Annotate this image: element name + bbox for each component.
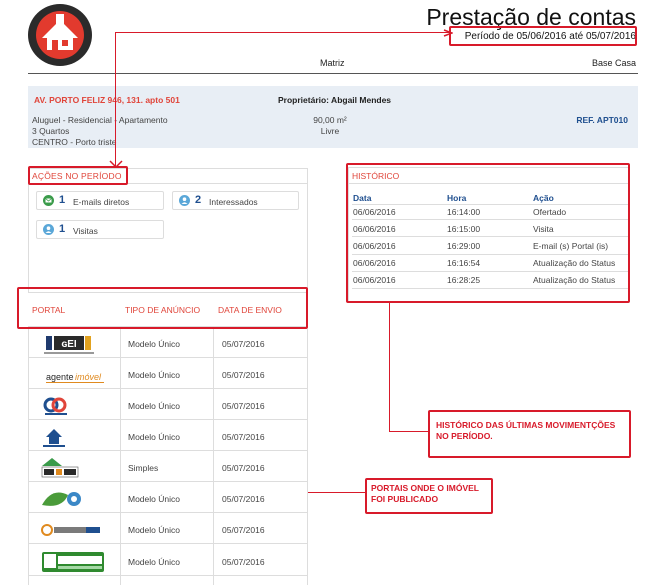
portal-cell-type: Modelo Único [128, 557, 180, 567]
portal-cell-date: 05/07/2016 [222, 463, 265, 473]
imovel-casa-logo-icon [41, 524, 100, 536]
annotation-arrow-icon [443, 29, 453, 37]
tgei-logo-icon: ɢEI [44, 336, 94, 354]
action-count: 2 [195, 194, 202, 206]
company-logo [28, 4, 92, 66]
action-label: Visitas [73, 226, 98, 236]
agente-imovel-logo-icon: agente imóvel [46, 372, 104, 383]
annotation-connector [389, 303, 390, 431]
house-portal-logo-icon [43, 429, 65, 447]
portal-cell-type: Modelo Único [128, 401, 180, 411]
portal-cell-date: 05/07/2016 [222, 339, 265, 349]
portal-cell-type: Simples [128, 463, 159, 473]
portal-cell-date: 05/07/2016 [222, 432, 265, 442]
portal-row-divider [28, 512, 308, 513]
action-count: 1 [59, 223, 66, 235]
annotation-history-note: HISTÓRICO DAS ÚLTIMAS MOVIMENTÇÕES NO PE… [436, 420, 616, 441]
header-divider [28, 73, 638, 74]
action-label: E-mails diretos [73, 197, 130, 207]
portal-cell-date: 05/07/2016 [222, 370, 265, 380]
annotation-period-box [449, 26, 637, 46]
annotation-connector [115, 32, 450, 33]
portal-cell-type: Modelo Único [128, 494, 180, 504]
brand-label: Base Casa [591, 58, 636, 68]
portal-row-divider [28, 575, 308, 576]
aqui-logo-icon [42, 492, 81, 506]
portal-row-divider [28, 419, 308, 420]
portal-cell-type: Modelo Único [128, 525, 180, 535]
portal-row-divider [28, 388, 308, 389]
property-owner: Proprietário: Abgail Mendes [278, 95, 392, 105]
action-chip-visits: 1 Visitas [36, 220, 164, 239]
annotation-portal-note: PORTAIS ONDE O IMÓVEL FOI PUBLICADO [371, 483, 479, 504]
casa-logo-icon [41, 458, 79, 478]
portal-cell-type: Modelo Único [128, 339, 180, 349]
property-address: AV. PORTO FELIZ 946, 131. apto 501 [34, 95, 180, 105]
portal-cell-date: 05/07/2016 [222, 557, 265, 567]
property-location: CENTRO - Porto triste [32, 137, 117, 147]
action-label: Interessados [209, 197, 258, 207]
property-ref: REF. APT010 [576, 115, 628, 125]
portal-col-divider [120, 329, 121, 585]
user-icon [43, 224, 54, 235]
portal-row-divider [28, 357, 308, 358]
portal-cell-date: 05/07/2016 [222, 401, 265, 411]
portal-row-divider [28, 450, 308, 451]
annotation-connector [115, 32, 116, 166]
portal-col-divider [307, 329, 308, 585]
action-chip-emails: 1 E-mails diretos [36, 191, 164, 210]
property-status: Livre [320, 126, 340, 136]
annotation-actions-box [28, 166, 128, 185]
branch-label: Matriz [320, 58, 345, 68]
action-chip-interested: 2 Interessados [172, 191, 299, 210]
house-logo-icon [30, 5, 90, 65]
annotation-connector [389, 431, 428, 432]
email-icon [43, 195, 54, 206]
portal-col-divider [28, 329, 29, 585]
property-type: Aluguel - Residencial - Apartamento [32, 115, 168, 125]
portal-row-divider [28, 481, 308, 482]
portal-cell-date: 05/07/2016 [222, 494, 265, 504]
svg-text:agente: agente [46, 372, 74, 382]
portal-col-divider [213, 329, 214, 585]
portal-cell-type: Modelo Único [128, 432, 180, 442]
svg-text:imóvel: imóvel [75, 372, 102, 382]
action-count: 1 [59, 194, 66, 206]
chave-logo-icon [43, 397, 67, 415]
svg-text:ɢEI: ɢEI [61, 339, 77, 350]
portal-cell-date: 05/07/2016 [222, 525, 265, 535]
user-icon [179, 195, 190, 206]
portal-cell-type: Modelo Único [128, 370, 180, 380]
annotation-connector [308, 492, 365, 493]
imoveis-logo-icon [42, 552, 104, 572]
annotation-history-box [346, 163, 630, 303]
property-rooms: 3 Quartos [32, 126, 70, 136]
portal-row-divider [28, 543, 308, 544]
property-area: 90,00 m² [313, 115, 347, 125]
annotation-portal-header-box [17, 287, 308, 329]
